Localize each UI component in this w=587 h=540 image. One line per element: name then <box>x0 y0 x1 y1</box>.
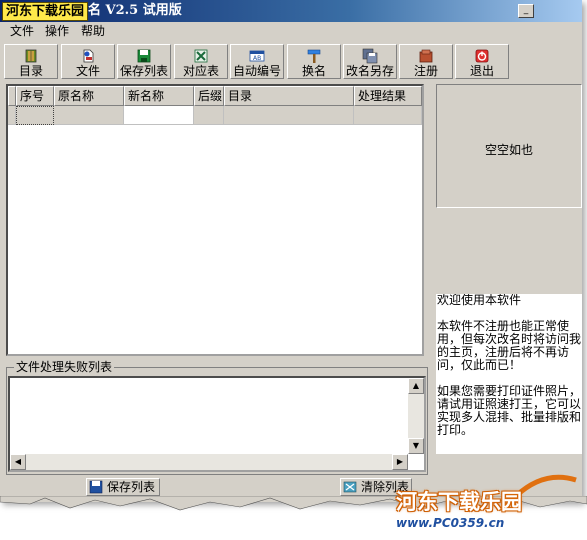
toolbar-save-as-button[interactable]: 改名另存 <box>343 44 397 79</box>
auto-number-icon: AB <box>249 50 265 62</box>
toolbar-register-label: 注册 <box>413 64 438 78</box>
save-as-icon <box>362 48 378 64</box>
fail-list-box[interactable]: ▲ ▼ ◀ ▶ <box>8 376 426 472</box>
grid-cell-directory[interactable] <box>224 106 354 125</box>
toolbar-mapping-table-button[interactable]: 对应表 <box>174 44 228 79</box>
column-header-index[interactable]: 序号 <box>16 86 54 106</box>
row-indicator <box>8 106 16 125</box>
minimize-button[interactable]: _ <box>518 4 534 18</box>
info-welcome: 欢迎使用本软件 <box>437 294 522 307</box>
minimize-icon: _ <box>523 5 529 15</box>
info-text-box[interactable]: 欢迎使用本软件 本软件不注册也能正常使用，但每次改名时将访问我的主页，注册后将不… <box>436 294 582 454</box>
column-header-original-name[interactable]: 原名称 <box>54 86 124 106</box>
toolbar-register-button[interactable]: 注册 <box>399 44 453 79</box>
column-header-result[interactable]: 处理结果 <box>354 86 422 106</box>
save-list-button[interactable]: 保存列表 <box>86 478 160 496</box>
toolbar-file-button[interactable]: 文件 <box>61 44 115 79</box>
toolbar-rename-label: 换名 <box>301 64 326 78</box>
info-promo: 如果您需要打印证件照片，请试用证照速打王，它可以实现多人混排、批量排版和打印。 <box>437 384 582 437</box>
grid-cell-original-name[interactable] <box>54 106 124 125</box>
menu-help[interactable]: 帮助 <box>81 24 105 38</box>
clear-list-icon <box>343 481 357 493</box>
toolbar-exit-label: 退出 <box>469 64 494 78</box>
toolbar-file-label: 文件 <box>75 64 100 78</box>
toolbar-auto-number-label: 自动编号 <box>232 64 281 78</box>
app-window: 河东下载乐园 名 V2.5 试用版 _ 文件 操作 帮助 目录 文件 保存列表 … <box>0 0 582 502</box>
toolbar-exit-button[interactable]: 退出 <box>455 44 509 79</box>
arrow-right-icon: ▶ <box>396 457 404 466</box>
toolbar-save-list-button[interactable]: 保存列表 <box>117 44 171 79</box>
watermark-logo: 河东下载乐园 www.PC0359.cn <box>396 474 582 532</box>
save-icon <box>137 49 151 63</box>
toolbar-save-as-label: 改名另存 <box>345 64 394 78</box>
save-list-icon <box>89 480 103 494</box>
scroll-left-button[interactable]: ◀ <box>10 454 26 470</box>
fail-list-horizontal-scrollbar[interactable]: ◀ ▶ <box>10 454 408 470</box>
column-header-directory[interactable]: 目录 <box>224 86 354 106</box>
toolbar-directory-label: 目录 <box>18 64 43 78</box>
menu-operation[interactable]: 操作 <box>45 24 69 38</box>
scroll-up-button[interactable]: ▲ <box>408 378 424 394</box>
grid-cell-index[interactable] <box>16 106 54 125</box>
grid-cell-extension[interactable] <box>194 106 224 125</box>
title-bar[interactable]: 河东下载乐园 名 V2.5 试用版 _ <box>0 0 582 22</box>
preview-empty-text: 空空如也 <box>484 143 533 157</box>
file-icon <box>83 49 94 63</box>
column-header-extension[interactable]: 后缀 <box>194 86 224 106</box>
file-grid[interactable]: 序号 原名称 新名称 后缀 目录 处理结果 <box>6 84 424 356</box>
grid-corner <box>8 86 16 106</box>
rename-hammer-icon <box>307 49 321 63</box>
grid-cell-result[interactable] <box>354 106 422 125</box>
exit-icon <box>475 49 489 63</box>
window-title: 名 V2.5 试用版 <box>88 3 182 18</box>
preview-panel: 空空如也 <box>436 84 582 208</box>
watermark-url: www.PC0359.cn <box>396 516 505 530</box>
excel-icon <box>194 49 208 63</box>
fail-list-label: 文件处理失败列表 <box>14 360 115 374</box>
menu-bar: 文件 操作 帮助 <box>0 22 582 40</box>
arrow-up-icon: ▲ <box>412 381 420 390</box>
arrow-left-icon: ◀ <box>14 457 22 466</box>
register-icon <box>419 49 433 63</box>
arrow-down-icon: ▼ <box>412 441 420 450</box>
info-register-note: 本软件不注册也能正常使用，但每次改名时将访问我的主页，注册后将不再访问，仅此而已… <box>437 319 582 372</box>
toolbar-rename-button[interactable]: 换名 <box>287 44 341 79</box>
toolbar-save-list-label: 保存列表 <box>119 64 168 78</box>
menu-file[interactable]: 文件 <box>10 24 34 38</box>
fail-list-vertical-scrollbar[interactable]: ▲ ▼ <box>408 378 424 454</box>
grid-cell-new-name[interactable] <box>124 106 194 125</box>
toolbar-directory-button[interactable]: 目录 <box>4 44 58 79</box>
title-logo: 河东下载乐园 <box>2 2 89 21</box>
column-header-new-name[interactable]: 新名称 <box>124 86 194 106</box>
watermark-swoosh-icon <box>514 474 577 498</box>
scroll-right-button[interactable]: ▶ <box>392 454 408 470</box>
toolbar-auto-number-button[interactable]: AB 自动编号 <box>230 44 284 79</box>
watermark-title: 河东下载乐园 <box>396 490 522 514</box>
folder-book-icon <box>25 49 37 63</box>
svg-text:AB: AB <box>253 55 261 62</box>
save-list-label: 保存列表 <box>107 480 156 494</box>
scroll-down-button[interactable]: ▼ <box>408 438 424 454</box>
toolbar-mapping-table-label: 对应表 <box>182 64 219 78</box>
